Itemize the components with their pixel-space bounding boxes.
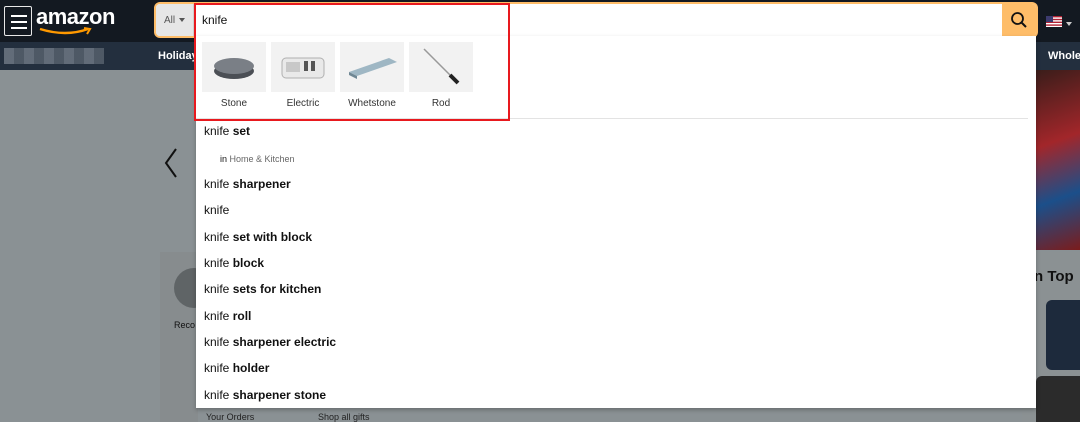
subnav-item-holiday[interactable]: Holiday (158, 50, 198, 62)
electric-sharpener-icon (271, 42, 335, 92)
search-suggestions-dropdown: Stone Electric Whetstone Rod knife set i… (196, 36, 1036, 408)
suggestion-item[interactable]: knife sharpener electric (196, 331, 1036, 353)
shop-gifts-link[interactable]: Shop all gifts (318, 412, 370, 422)
blurred-location (4, 48, 104, 64)
category-label: All (163, 14, 176, 26)
suggestion-item[interactable]: knife (196, 199, 1036, 221)
right-card-title: n Top (1034, 268, 1074, 285)
suggestion-item[interactable]: knife roll (196, 305, 1036, 327)
suggestion-item[interactable]: knife sharpener (196, 173, 1036, 195)
dropdown-divider (196, 118, 1028, 119)
visual-suggestions: Stone Electric Whetstone Rod (196, 36, 1036, 118)
your-orders-link[interactable]: Your Orders (206, 412, 254, 422)
suggestion-item[interactable]: knife sets for kitchen (196, 278, 1036, 300)
thumb-label: Electric (286, 98, 320, 109)
caret-down-icon (179, 18, 186, 22)
thumb-whetstone[interactable]: Whetstone (340, 42, 404, 112)
hamburger-menu-icon[interactable] (4, 6, 32, 36)
suggestion-item[interactable]: knife sharpener stone (196, 384, 1036, 406)
honing-rod-icon (409, 42, 473, 92)
carousel-prev-icon[interactable] (160, 145, 182, 181)
search-input[interactable] (196, 4, 1002, 36)
logo-smile-icon (39, 27, 92, 35)
suggestion-item[interactable]: knife holder (196, 357, 1036, 379)
thumb-label: Rod (431, 98, 451, 109)
search-bar: All (156, 4, 1036, 36)
suggestion-department[interactable]: in Home & Kitchen (196, 151, 1036, 167)
subnav-item-whole[interactable]: Whole (1048, 50, 1080, 62)
search-button[interactable] (1002, 4, 1036, 36)
thumb-stone[interactable]: Stone (202, 42, 266, 112)
suggestion-item[interactable]: knife set (196, 120, 1036, 142)
suggestion-item[interactable]: knife set with block (196, 226, 1036, 248)
category-select[interactable]: All (156, 4, 194, 36)
sharpening-stone-icon (202, 42, 266, 92)
search-icon (1011, 12, 1027, 28)
reco-text: Reco (174, 320, 196, 330)
thumb-label: Stone (220, 98, 248, 109)
thumb-electric[interactable]: Electric (271, 42, 335, 112)
bag-image-2 (1036, 376, 1080, 422)
whetstone-icon (340, 42, 404, 92)
us-flag-icon[interactable] (1046, 16, 1062, 27)
thumb-label: Whetstone (348, 98, 396, 109)
thumb-rod[interactable]: Rod (409, 42, 473, 112)
hero-image (1036, 70, 1080, 250)
language-caret-icon[interactable] (1066, 22, 1072, 26)
bag-image (1046, 300, 1080, 370)
suggestion-item[interactable]: knife block (196, 252, 1036, 274)
